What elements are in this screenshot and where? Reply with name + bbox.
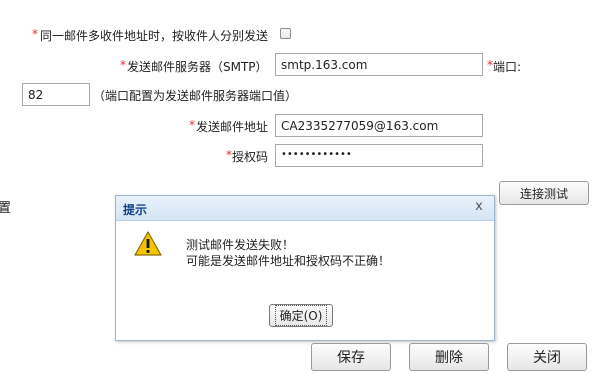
test-connection-button[interactable]: 连接测试: [499, 181, 589, 205]
auth-code-label: 授权码: [232, 150, 269, 164]
required-mark: *: [120, 58, 126, 72]
port-hint: （端口配置为发送邮件服务器端口值）: [93, 89, 298, 103]
same-address-checkbox[interactable]: [280, 28, 291, 39]
sender-address-label: 发送邮件地址: [196, 120, 269, 134]
smtp-server-input[interactable]: [275, 53, 483, 76]
ok-button-label: 确定(O): [274, 305, 328, 326]
warning-icon: [134, 231, 162, 256]
required-mark: *: [32, 27, 38, 41]
close-icon[interactable]: x: [472, 199, 486, 215]
dialog-message-line2: 可能是发送邮件地址和授权码不正确！: [186, 254, 391, 268]
close-button[interactable]: 关闭: [507, 343, 587, 371]
dialog-title: 提示: [123, 203, 148, 217]
auth-code-input[interactable]: ••••••••••••: [275, 144, 483, 167]
port-label: 端口:: [493, 60, 522, 74]
dialog-message-line1: 测试邮件发送失败！: [186, 238, 295, 252]
sender-address-input[interactable]: [275, 114, 483, 137]
dialog-titlebar[interactable]: 提示 x: [116, 196, 494, 221]
ok-button[interactable]: 确定(O): [269, 304, 333, 327]
dialog-body: 测试邮件发送失败！ 可能是发送邮件地址和授权码不正确！ 确定(O): [116, 221, 494, 340]
same-address-label: 同一邮件多收件地址时，按收件人分别发送: [40, 29, 269, 43]
port-input[interactable]: [22, 83, 90, 106]
save-button[interactable]: 保存: [311, 343, 391, 371]
required-mark: *: [189, 118, 195, 132]
left-edge-fragment: 置: [0, 201, 12, 216]
alert-dialog: 提示 x 测试邮件发送失败！ 可能是发送邮件地址和授权码不正确！ 确定(O): [115, 195, 495, 341]
smtp-server-label: 发送邮件服务器（SMTP）: [127, 60, 268, 74]
delete-button[interactable]: 删除: [409, 343, 489, 371]
